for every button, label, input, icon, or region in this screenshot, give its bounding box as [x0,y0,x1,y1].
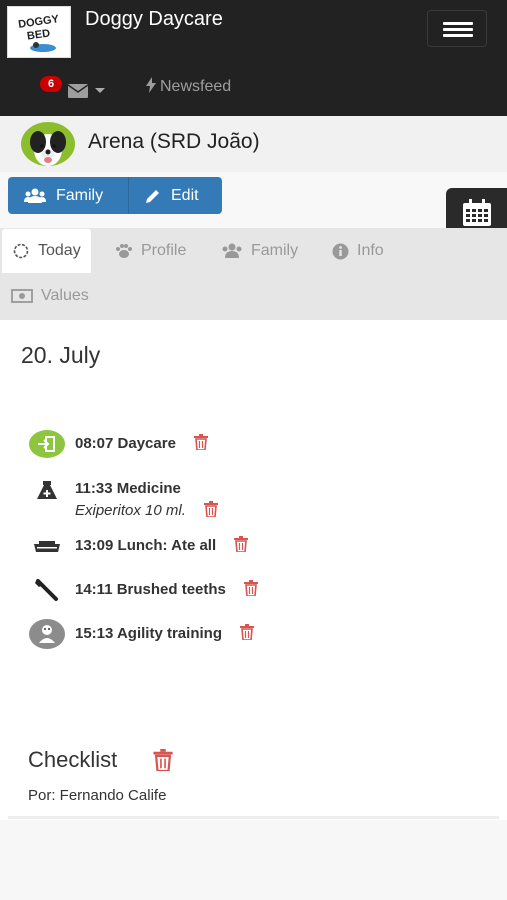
app-logo[interactable]: DOGGY BED [7,6,71,58]
hamburger-icon [443,22,473,25]
nav-row: 6 Newsfeed [0,70,507,104]
trash-icon[interactable] [234,536,249,552]
paw-icon [116,244,132,258]
check-in-icon [28,429,66,459]
trash-icon[interactable] [193,434,208,450]
top-navbar: DOGGY BED Doggy Daycare 6 Newsfeed [0,0,507,116]
app-brand[interactable]: Doggy Daycare [85,8,223,31]
event-item: 13:09 Lunch: Ate all [28,531,448,561]
today-panel: 20. July 08:07 Daycare 11:33 Medicine Ex… [0,320,507,900]
info-icon [332,243,349,259]
sun-icon [13,243,29,259]
medicine-icon [28,475,66,505]
toothbrush-icon [28,575,66,605]
event-item: 08:07 Daycare [28,429,448,459]
pet-tabs: Today Profile Family Info Values [0,228,507,320]
users-icon [24,188,46,203]
menu-toggle-button[interactable] [427,10,487,47]
day-date: 20. July [21,342,101,368]
tab-today[interactable]: Today [2,229,91,273]
checklist-author: Por: Fernando Calife [28,787,167,804]
footer-area [0,820,507,900]
trash-icon[interactable] [239,624,254,640]
chevron-down-icon [95,88,105,93]
users-icon [222,243,242,258]
tab-values[interactable]: Values [11,274,89,318]
bolt-icon [146,77,156,93]
event-item: 15:13 Agility training [28,619,448,649]
calendar-icon [462,199,491,226]
trash-icon[interactable] [203,501,218,517]
svg-text:BED: BED [26,27,51,42]
trash-icon[interactable] [243,580,258,596]
pet-avatar[interactable] [21,122,75,166]
family-button[interactable]: Family [8,177,129,214]
pet-name: Arena (SRD João) [88,130,260,153]
event-item: 11:33 Medicine Exiperitox 10 ml. [28,475,448,523]
newsfeed-link[interactable]: Newsfeed [146,77,231,96]
tab-profile[interactable]: Profile [115,229,186,273]
pencil-icon [146,189,159,203]
food-bowl-icon [28,531,66,561]
pet-header: Arena (SRD João) [0,116,507,172]
divider [8,816,499,819]
edit-button[interactable]: Edit [129,177,222,214]
pet-actions: Family Edit [8,177,222,214]
event-item: 14:11 Brushed teeths [28,575,448,605]
tab-info[interactable]: Info [332,229,384,273]
trash-icon[interactable] [153,749,173,771]
money-icon [11,289,33,303]
tab-family[interactable]: Family [221,229,298,273]
messages-dropdown[interactable]: 6 [40,74,110,102]
messages-badge: 6 [40,76,62,92]
envelope-icon [68,84,88,98]
agility-icon [28,619,66,649]
checklist-title: Checklist [28,747,118,772]
